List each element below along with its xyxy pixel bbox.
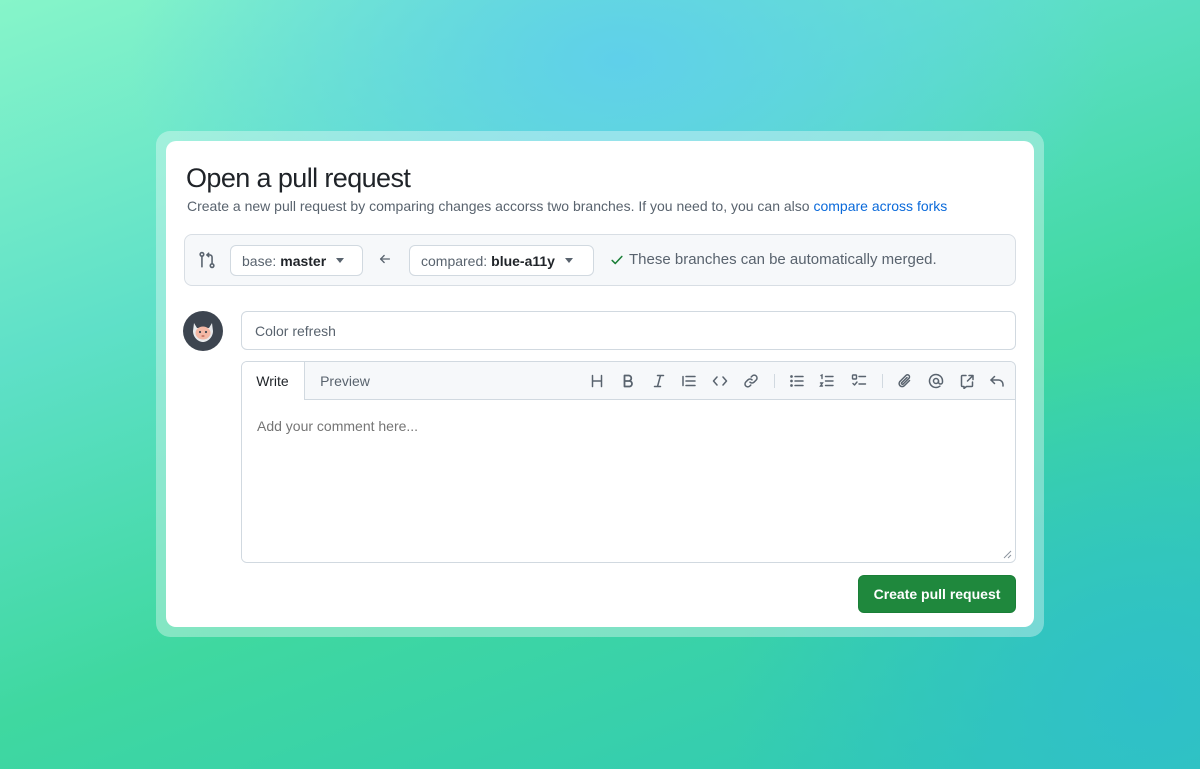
- subtitle-text: Create a new pull request by comparing c…: [187, 198, 814, 214]
- reference-icon[interactable]: [957, 371, 977, 391]
- arrow-left-icon: [379, 254, 391, 264]
- italic-icon[interactable]: [649, 371, 669, 391]
- editor-toolbar: Write Preview: [242, 362, 1015, 401]
- compare-branch-select[interactable]: compared: blue-a11y: [409, 245, 594, 276]
- base-prefix: base:: [242, 252, 277, 269]
- pull-request-card: Open a pull request Create a new pull re…: [166, 141, 1034, 627]
- create-pull-request-button[interactable]: Create pull request: [858, 575, 1016, 613]
- tab-preview[interactable]: Preview: [308, 362, 382, 400]
- pr-title-input[interactable]: [241, 311, 1016, 350]
- quote-icon[interactable]: [679, 371, 699, 391]
- octocat-avatar-icon: [193, 323, 213, 342]
- page-title: Open a pull request: [186, 163, 411, 193]
- mention-icon[interactable]: [926, 371, 946, 391]
- resize-handle-icon[interactable]: [1002, 549, 1012, 559]
- task-list-icon[interactable]: [849, 371, 869, 391]
- branch-compare-bar: base: master compared: blue-a11y These b…: [184, 234, 1016, 286]
- avatar: [183, 311, 223, 351]
- compare-branch-name: blue-a11y: [491, 252, 555, 269]
- base-branch-select[interactable]: base: master: [230, 245, 363, 276]
- chevron-down-icon: [336, 258, 345, 263]
- bulleted-list-icon[interactable]: [787, 371, 807, 391]
- base-branch-name: master: [280, 252, 327, 269]
- bold-icon[interactable]: [618, 371, 638, 391]
- comment-textarea[interactable]: [242, 400, 1015, 562]
- compare-prefix: compared:: [421, 252, 488, 269]
- link-icon[interactable]: [741, 371, 761, 391]
- page-subtitle: Create a new pull request by comparing c…: [187, 198, 947, 214]
- check-icon: [611, 255, 623, 264]
- chevron-down-icon: [564, 258, 573, 263]
- heading-icon[interactable]: [587, 371, 607, 391]
- code-icon[interactable]: [710, 371, 730, 391]
- git-compare-icon: [199, 251, 215, 269]
- toolbar-divider: [774, 374, 775, 388]
- toolbar-divider: [882, 374, 883, 388]
- attach-icon[interactable]: [895, 371, 915, 391]
- numbered-list-icon[interactable]: [817, 371, 837, 391]
- merge-status-text: These branches can be automatically merg…: [629, 251, 937, 268]
- comment-editor: Write Preview: [241, 361, 1016, 563]
- merge-status: These branches can be automatically merg…: [610, 251, 937, 268]
- tab-write[interactable]: Write: [242, 362, 305, 401]
- compare-forks-link[interactable]: compare across forks: [813, 198, 947, 214]
- undo-icon[interactable]: [987, 371, 1007, 391]
